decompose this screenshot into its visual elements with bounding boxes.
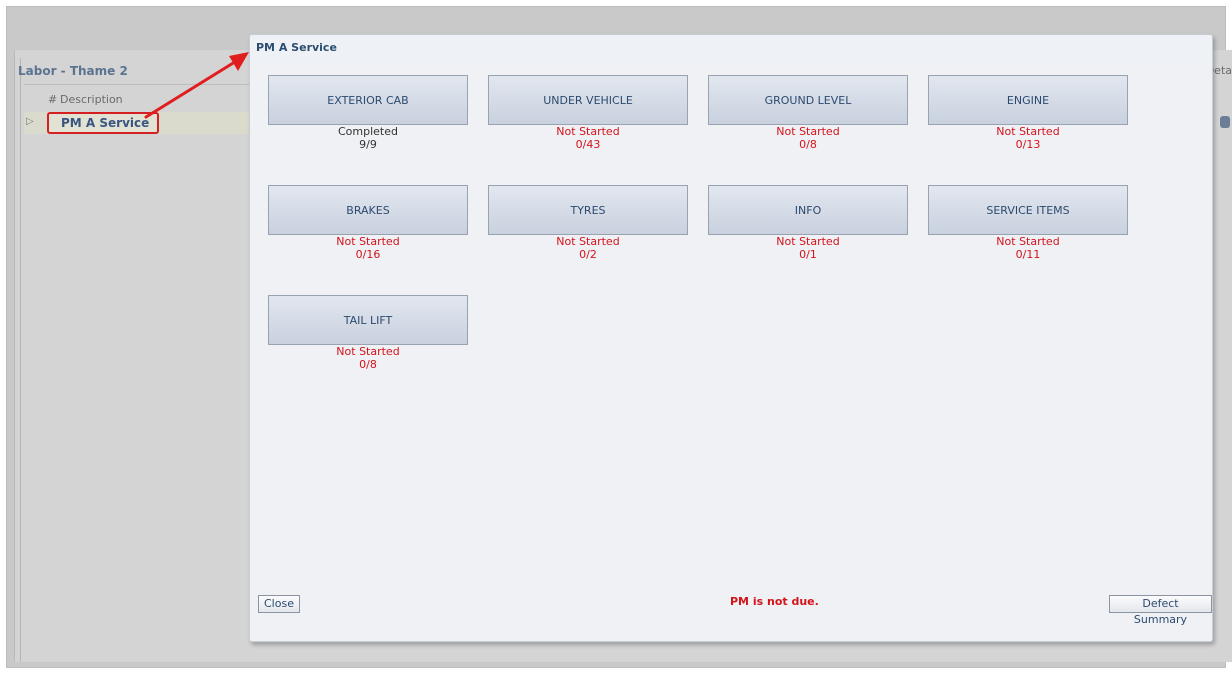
- tile-status: Not Started: [556, 125, 620, 138]
- tile-status: Not Started: [776, 235, 840, 248]
- tile-ground-level: GROUND LEVEL Not Started 0/8: [708, 75, 908, 151]
- pm-service-dialog: PM A Service EXTERIOR CAB Completed 9/9 …: [249, 34, 1213, 642]
- info-button[interactable]: INFO: [708, 185, 908, 235]
- tile-progress: 9/9: [359, 138, 377, 151]
- labor-table-header: # Description: [24, 84, 250, 114]
- background-divider: [20, 58, 21, 662]
- tile-progress: 0/43: [575, 138, 601, 151]
- tile-progress: 0/2: [579, 248, 597, 261]
- tile-progress: 0/8: [799, 138, 817, 151]
- tile-progress: 0/1: [799, 248, 817, 261]
- tail-lift-button[interactable]: TAIL LIFT: [268, 295, 468, 345]
- tile-tail-lift: TAIL LIFT Not Started 0/8: [268, 295, 468, 371]
- close-button[interactable]: Close: [258, 595, 300, 613]
- tile-status: Completed: [338, 125, 398, 138]
- tile-progress: 0/16: [355, 248, 381, 261]
- tile-progress: 0/11: [1015, 248, 1041, 261]
- row-description-highlighted[interactable]: PM A Service: [47, 112, 160, 134]
- tile-status: Not Started: [556, 235, 620, 248]
- tile-brakes: BRAKES Not Started 0/16: [268, 185, 468, 261]
- tile-engine: ENGINE Not Started 0/13: [928, 75, 1128, 151]
- tile-service-items: SERVICE ITEMS Not Started 0/11: [928, 185, 1128, 261]
- ground-level-button[interactable]: GROUND LEVEL: [708, 75, 908, 125]
- pm-due-message: PM is not due.: [730, 595, 819, 608]
- under-vehicle-button[interactable]: UNDER VEHICLE: [488, 75, 688, 125]
- column-header-description: Description: [60, 93, 123, 106]
- service-items-button[interactable]: SERVICE ITEMS: [928, 185, 1128, 235]
- expand-row-icon[interactable]: ▷: [26, 116, 34, 127]
- brakes-button[interactable]: BRAKES: [268, 185, 468, 235]
- dialog-title: PM A Service: [256, 41, 337, 54]
- tyres-button[interactable]: TYRES: [488, 185, 688, 235]
- tile-exterior-cab: EXTERIOR CAB Completed 9/9: [268, 75, 468, 151]
- tile-info: INFO Not Started 0/1: [708, 185, 908, 261]
- tile-tyres: TYRES Not Started 0/2: [488, 185, 688, 261]
- tile-status: Not Started: [336, 345, 400, 358]
- tile-progress: 0/8: [359, 358, 377, 371]
- defect-summary-button[interactable]: Defect Summary: [1109, 595, 1212, 626]
- tile-status: Not Started: [776, 125, 840, 138]
- tile-under-vehicle: UNDER VEHICLE Not Started 0/43: [488, 75, 688, 151]
- tile-status: Not Started: [996, 235, 1060, 248]
- labor-panel-title: Labor - Thame 2: [18, 64, 128, 78]
- column-header-number: #: [48, 93, 58, 106]
- exterior-cab-button[interactable]: EXTERIOR CAB: [268, 75, 468, 125]
- tile-status: Not Started: [996, 125, 1060, 138]
- edit-icon[interactable]: [1220, 116, 1230, 128]
- tile-status: Not Started: [336, 235, 400, 248]
- engine-button[interactable]: ENGINE: [928, 75, 1128, 125]
- table-row[interactable]: ▷ 1 PM A Service: [24, 112, 250, 134]
- tile-progress: 0/13: [1015, 138, 1041, 151]
